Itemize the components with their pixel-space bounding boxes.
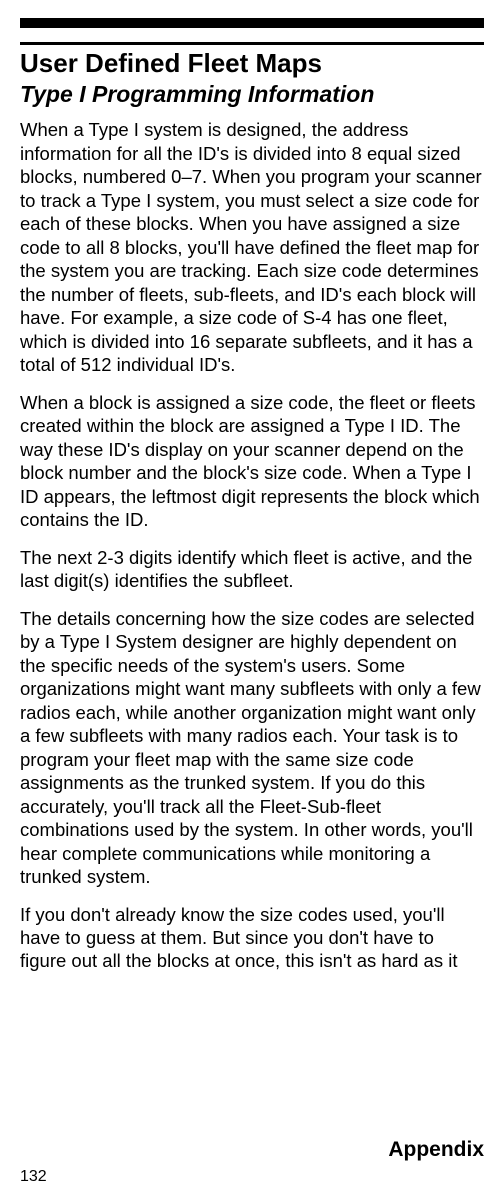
body-paragraph: If you don't already know the size codes… — [20, 903, 484, 973]
page-number: 132 — [20, 1168, 47, 1186]
top-rule-thick — [20, 18, 484, 28]
body-paragraph: When a Type I system is designed, the ad… — [20, 118, 484, 376]
page-heading: User Defined Fleet Maps — [20, 49, 484, 79]
body-paragraph: The details concerning how the size code… — [20, 607, 484, 889]
body-paragraph: The next 2-3 digits identify which fleet… — [20, 546, 484, 593]
page-subheading: Type I Programming Information — [20, 81, 484, 109]
body-paragraph: When a block is assigned a size code, th… — [20, 391, 484, 532]
footer-section-title: Appendix — [388, 1138, 484, 1162]
top-rule-thin — [20, 42, 484, 45]
